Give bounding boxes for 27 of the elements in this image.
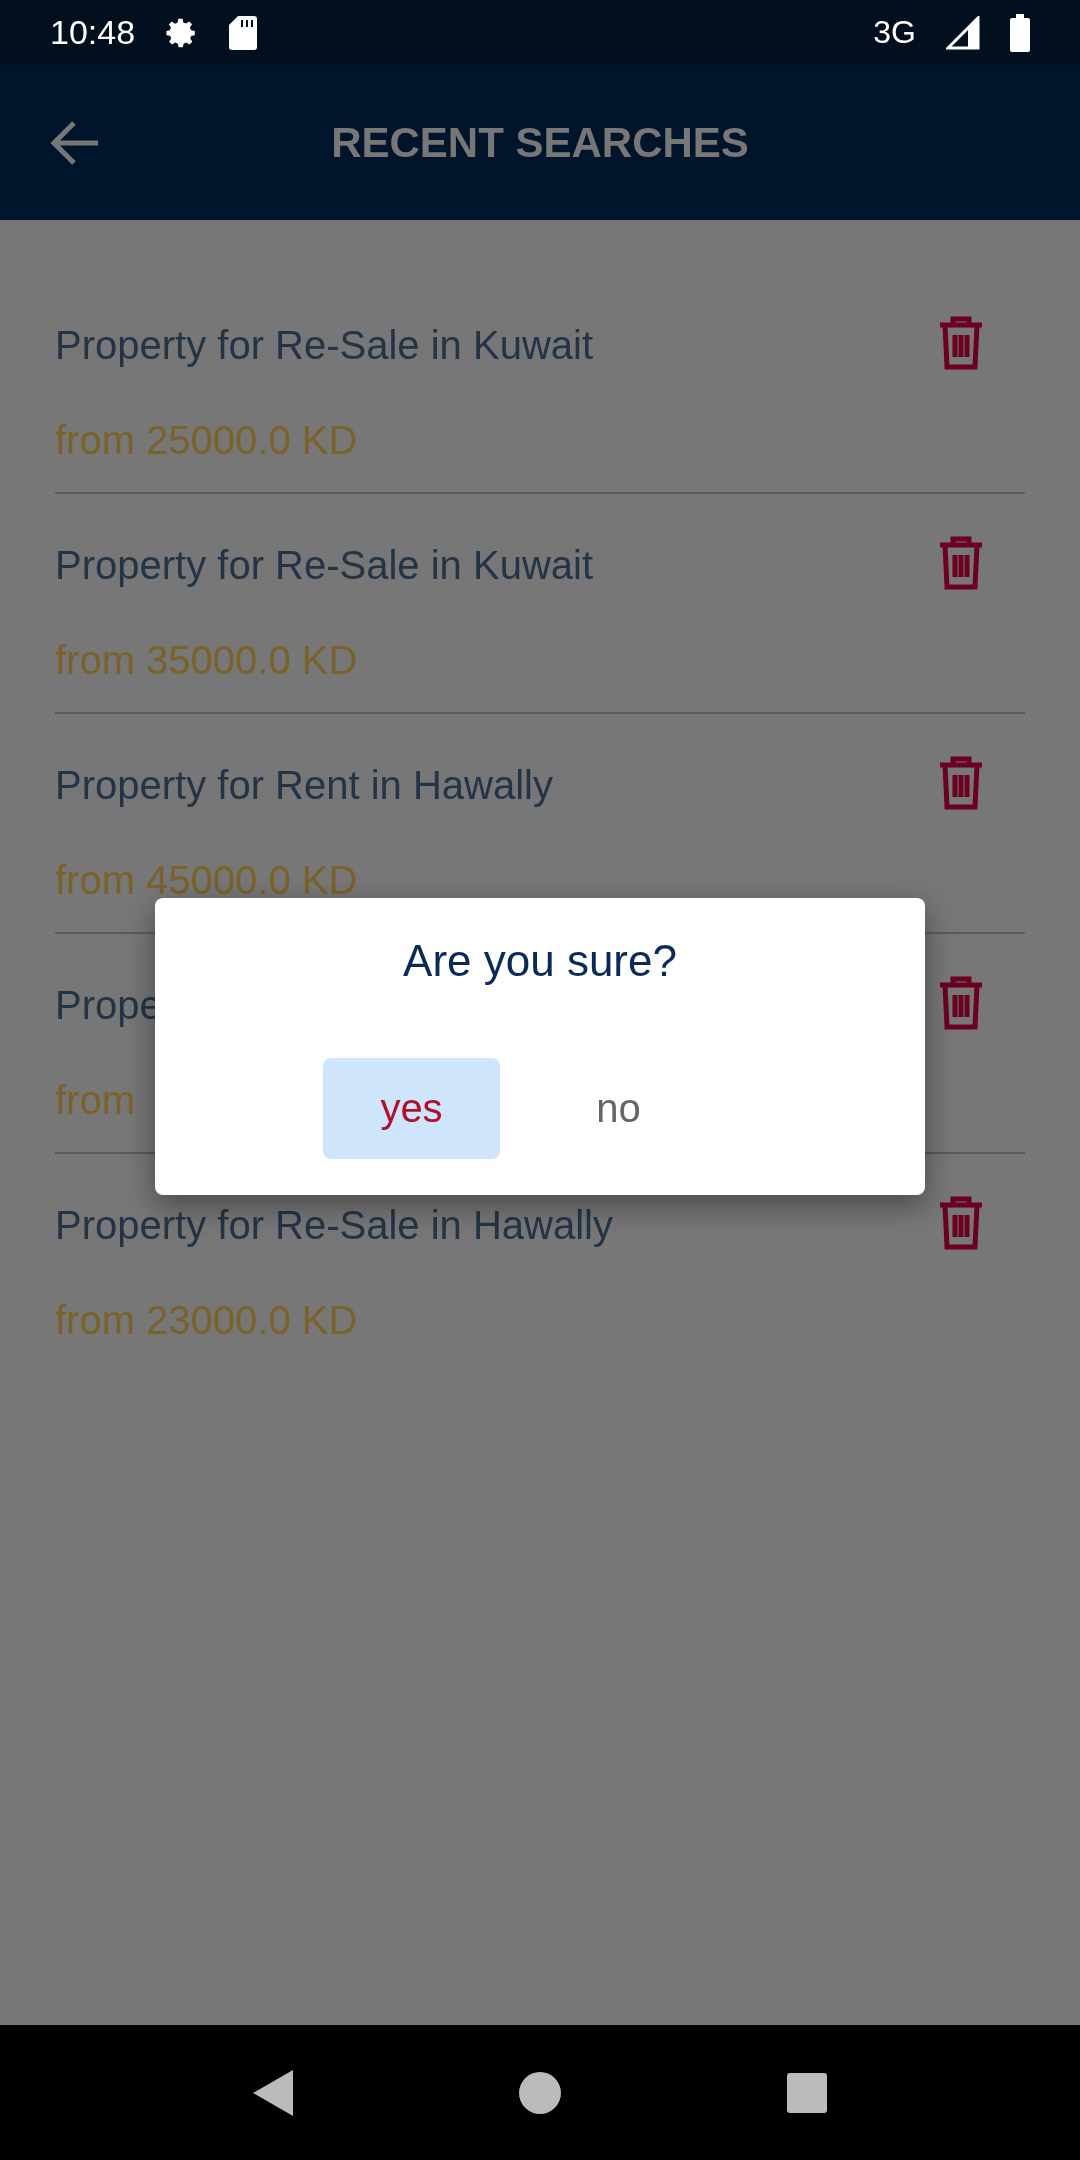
search-price: from 35000.0 KD <box>55 637 358 684</box>
no-button[interactable]: no <box>530 1058 707 1159</box>
network-type: 3G <box>873 14 916 51</box>
sd-card-icon <box>229 15 258 50</box>
home-circle-icon[interactable] <box>519 2071 561 2114</box>
status-time: 10:48 <box>50 13 136 52</box>
recents-square-icon[interactable] <box>787 2072 827 2113</box>
search-price: from <box>55 1077 135 1124</box>
yes-button[interactable]: yes <box>323 1058 500 1159</box>
signal-icon <box>946 15 980 50</box>
dialog-title: Are you sure? <box>403 936 677 986</box>
search-price: from 23000.0 KD <box>55 1297 358 1344</box>
trash-icon[interactable] <box>937 755 985 811</box>
search-title[interactable]: Property for Re-Sale in Kuwait <box>55 535 593 595</box>
search-price: from 45000.0 KD <box>55 857 358 904</box>
search-title[interactable]: Property for Rent in Hawally <box>55 755 553 815</box>
battery-icon <box>1010 13 1030 52</box>
trash-icon[interactable] <box>937 975 985 1031</box>
back-arrow-icon[interactable] <box>50 119 100 166</box>
search-title[interactable]: Property for Re-Sale in Kuwait <box>55 315 593 375</box>
trash-icon[interactable] <box>937 315 985 371</box>
trash-icon[interactable] <box>937 535 985 591</box>
trash-icon[interactable] <box>937 1195 985 1251</box>
back-triangle-icon[interactable] <box>253 2069 293 2116</box>
search-title[interactable]: Property for Re-Sale in Hawally <box>55 1195 613 1255</box>
search-price: from 25000.0 KD <box>55 417 358 464</box>
screen-title: RECENT SEARCHES <box>330 118 750 167</box>
